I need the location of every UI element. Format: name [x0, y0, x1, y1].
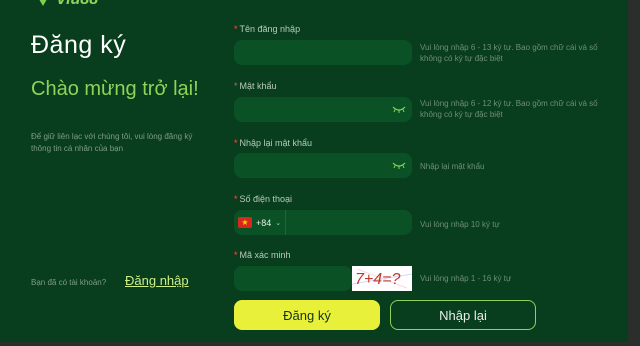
login-link[interactable]: Đăng nhập [125, 273, 189, 288]
confirm-password-label: * Nhập lại mật khẩu [234, 138, 313, 148]
eye-closed-icon[interactable] [392, 105, 406, 113]
phone-label: * Số điện thoại [234, 194, 293, 204]
confirm-password-hint: Nhập lại mật khẩu [420, 162, 485, 171]
page-title: Đăng ký [31, 31, 127, 59]
welcome-heading: Chào mừng trở lại! [31, 78, 199, 100]
eye-closed-icon[interactable] [392, 161, 406, 169]
confirm-password-field-wrapper [234, 153, 412, 178]
username-field-wrapper [234, 40, 412, 65]
register-button[interactable]: Đăng ký [234, 300, 380, 330]
logo-mark-icon [36, 0, 50, 6]
username-input[interactable] [234, 40, 412, 65]
vietnam-flag-icon: ★ [238, 217, 252, 228]
confirm-password-input[interactable] [234, 153, 412, 178]
chevron-down-icon: ⌄ [275, 219, 282, 227]
captcha-label: * Mã xác minh [234, 250, 291, 260]
username-label: * Tên đăng nhập [234, 24, 301, 34]
captcha-hint: Vui lòng nhập 1 - 16 ký tự [420, 274, 512, 283]
country-code-select[interactable]: ★ +84 ⌄ [234, 210, 286, 235]
captcha-image[interactable]: 7+4=? [352, 266, 412, 291]
window-frame-bottom [0, 342, 640, 346]
country-code: +84 [256, 217, 272, 228]
reset-button[interactable]: Nhập lại [390, 300, 536, 330]
brand-name: Viu88 [56, 0, 98, 9]
password-field-wrapper [234, 97, 412, 122]
have-account-text: Bạn đã có tài khoản? [31, 278, 107, 287]
captcha-text: 7+4=? [355, 271, 400, 288]
phone-hint: Vui lòng nhập 10 ký tự [420, 220, 500, 229]
username-hint: Vui lòng nhập 6 - 13 ký tự. Bao gồm chữ … [420, 43, 598, 63]
captcha-input[interactable] [234, 266, 352, 291]
welcome-description: Để giữ liên lạc với chúng tôi, vui lòng … [31, 132, 193, 153]
brand-logo[interactable]: Viu88 [36, 0, 98, 8]
password-label: * Mật khẩu [234, 81, 277, 91]
phone-field-wrapper: ★ +84 ⌄ [234, 210, 412, 235]
password-input[interactable] [234, 97, 412, 122]
captcha-field-wrapper [234, 266, 352, 291]
password-hint: Vui lòng nhập 6 - 12 ký tự. Bao gồm chữ … [420, 99, 598, 119]
window-frame-right [628, 0, 640, 346]
